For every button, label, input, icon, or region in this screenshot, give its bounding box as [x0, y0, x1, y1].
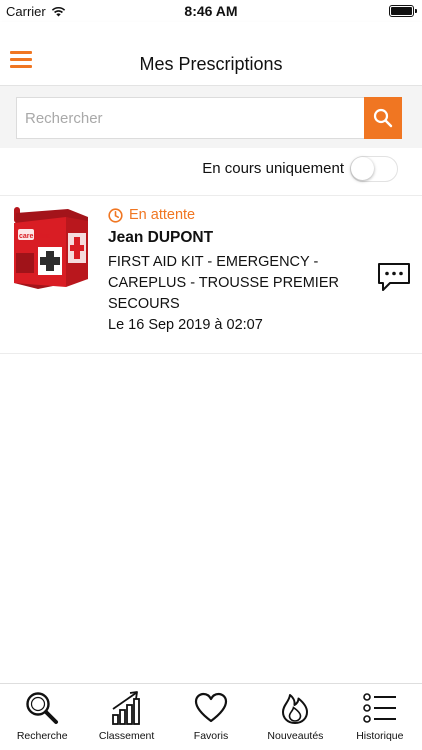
product-name: FIRST AID KIT - EMERGENCY - CAREPLUS - T…: [108, 254, 339, 312]
chat-bubble-icon[interactable]: [376, 261, 412, 293]
ranking-chart-icon: [111, 691, 140, 725]
flame-icon: [282, 694, 309, 724]
tab-favoris[interactable]: Favoris: [169, 684, 253, 750]
tab-classement[interactable]: Classement: [84, 684, 168, 750]
tab-nouveautes[interactable]: Nouveautés: [253, 684, 337, 750]
prescription-list-item[interactable]: care plus En attente Jean DUPONT FIRST A…: [0, 197, 422, 354]
tab-label: Recherche: [16, 730, 68, 742]
status-bar: Carrier 8:46 AM: [0, 0, 422, 22]
kit-brand-label: care plus: [19, 233, 50, 240]
tab-label: Nouveautés: [267, 730, 324, 742]
tab-recherche[interactable]: Recherche: [0, 684, 84, 750]
tab-historique[interactable]: Historique: [338, 684, 422, 750]
patient-name: Jean DUPONT: [108, 229, 214, 246]
tab-label: Classement: [98, 730, 155, 742]
bottom-tab-bar: Recherche Classement Favoris Nouveautés …: [0, 683, 422, 750]
search-icon: [373, 108, 393, 128]
battery-icon: [389, 5, 417, 17]
page-title: Mes Prescriptions: [139, 54, 283, 74]
toggle-knob: [351, 157, 374, 180]
tab-label: Favoris: [193, 730, 229, 742]
tab-label: Historique: [356, 730, 404, 742]
search-input[interactable]: [16, 97, 364, 139]
status-badge: En attente: [108, 207, 195, 223]
prescription-date: Le 16 Sep 2019 à 02:07: [108, 317, 263, 333]
status-time: 8:46 AM: [184, 3, 238, 19]
filter-label: En cours uniquement: [202, 160, 344, 177]
status-label: En attente: [129, 207, 196, 223]
navigation-bar: Mes Prescriptions: [0, 22, 422, 86]
list-icon: [363, 693, 396, 723]
product-image: care plus: [14, 207, 88, 289]
heart-icon: [194, 692, 228, 723]
ongoing-only-toggle[interactable]: [350, 156, 398, 182]
clock-icon: [108, 207, 123, 223]
search-area: [0, 86, 422, 148]
search-icon: [26, 692, 59, 724]
search-button[interactable]: [364, 97, 402, 139]
